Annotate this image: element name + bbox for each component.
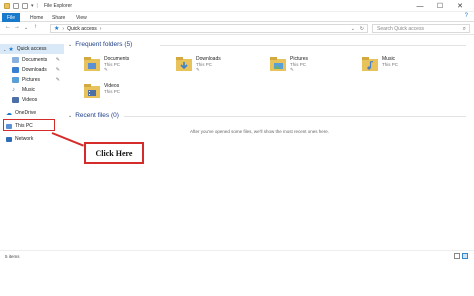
item-count: 5 items xyxy=(5,254,20,259)
recent-files-header[interactable]: ⌄ Recent files (0) xyxy=(68,112,119,119)
downloads-folder-icon xyxy=(176,57,192,71)
sidebar-item-label: Pictures xyxy=(22,77,41,83)
title-bar: ▾ | File Explorer — ☐ ✕ xyxy=(0,0,474,12)
sidebar-item-documents[interactable]: Documents ✎ xyxy=(0,55,64,65)
quick-access-toolbar: ▾ | xyxy=(4,2,38,10)
sidebar-item-label: OneDrive xyxy=(15,110,37,116)
pin-icon: ✎ xyxy=(290,67,294,72)
address-bar[interactable]: ★ › Quick access › ⌄ ↻ xyxy=(50,24,368,33)
expand-chevron-icon[interactable]: ⌄ xyxy=(3,47,6,52)
sidebar-item-label: Documents xyxy=(22,57,48,63)
empty-recent-message: After you've opened some files, we'll sh… xyxy=(190,129,330,134)
star-icon: ★ xyxy=(8,46,14,53)
music-folder-icon xyxy=(362,57,378,71)
collapse-chevron-icon[interactable]: ⌄ xyxy=(68,42,72,48)
sidebar-item-label: Videos xyxy=(22,97,38,103)
address-row: ← → ⌄ ↑ ★ › Quick access › ⌄ ↻ Search Qu… xyxy=(0,22,474,35)
frequent-folders-header[interactable]: ⌄ Frequent folders (5) xyxy=(68,41,132,48)
new-folder-icon[interactable] xyxy=(22,3,28,9)
maximize-button[interactable]: ☐ xyxy=(430,1,450,11)
close-button[interactable]: ✕ xyxy=(450,1,470,11)
folder-tile-downloads[interactable]: Downloads This PC ✎ xyxy=(176,55,256,77)
window-title: File Explorer xyxy=(44,3,73,9)
videos-folder-icon xyxy=(84,84,100,98)
tab-share[interactable]: Share xyxy=(48,13,69,22)
pin-icon: ✎ xyxy=(196,67,200,72)
tab-file[interactable]: File xyxy=(2,13,20,22)
folder-icon xyxy=(4,3,10,9)
documents-folder-icon xyxy=(84,57,100,71)
breadcrumb-quick-access[interactable]: Quick access xyxy=(67,26,97,32)
status-bar: 5 items xyxy=(0,250,474,260)
sidebar-item-music[interactable]: ♪ Music xyxy=(0,85,64,95)
folder-tile-documents[interactable]: Documents This PC ✎ xyxy=(84,55,164,77)
large-icons-view-icon[interactable] xyxy=(462,253,468,259)
network-icon xyxy=(6,136,12,142)
sidebar-item-label: Downloads xyxy=(22,67,47,73)
separator: | xyxy=(36,3,38,9)
videos-icon xyxy=(12,97,19,103)
up-arrow-icon[interactable]: ↑ xyxy=(34,24,37,30)
breadcrumb-separator-icon: › xyxy=(62,25,65,32)
documents-icon xyxy=(12,57,19,63)
pin-icon: ✎ xyxy=(55,77,60,83)
sidebar-item-network[interactable]: Network xyxy=(0,134,64,144)
sidebar-item-pictures[interactable]: Pictures ✎ xyxy=(0,75,64,85)
divider xyxy=(124,116,466,117)
search-input[interactable]: Search Quick access ⌕ xyxy=(372,24,470,33)
pin-icon: ✎ xyxy=(55,67,60,73)
back-arrow-icon[interactable]: ← xyxy=(5,24,11,30)
folder-tile-pictures[interactable]: Pictures This PC ✎ xyxy=(270,55,350,77)
help-icon[interactable]: ? xyxy=(465,13,468,19)
cloud-icon: ☁ xyxy=(6,110,12,117)
sidebar-item-onedrive[interactable]: ☁ OneDrive xyxy=(0,108,64,118)
sidebar-item-videos[interactable]: Videos xyxy=(0,95,64,105)
search-placeholder: Search Quick access xyxy=(377,25,424,32)
downloads-icon xyxy=(12,67,19,73)
sidebar-item-quick-access[interactable]: ⌄ ★ Quick access xyxy=(0,44,64,54)
section-title: Recent files (0) xyxy=(75,112,119,119)
forward-arrow-icon[interactable]: → xyxy=(14,24,20,30)
recent-locations-chevron-icon[interactable]: ⌄ xyxy=(24,25,28,31)
sidebar-item-label: Network xyxy=(15,136,34,142)
sidebar-item-downloads[interactable]: Downloads ✎ xyxy=(0,65,64,75)
star-icon: ★ xyxy=(54,26,60,32)
click-here-callout: Click Here xyxy=(84,142,144,164)
pictures-folder-icon xyxy=(270,57,286,71)
divider xyxy=(160,45,466,46)
properties-icon[interactable] xyxy=(13,3,19,9)
music-icon: ♪ xyxy=(12,87,15,93)
search-icon: ⌕ xyxy=(462,26,466,32)
navigation-pane: ⌄ ★ Quick access Documents ✎ Downloads ✎… xyxy=(0,40,64,250)
minimize-button[interactable]: — xyxy=(410,1,430,11)
tab-home[interactable]: Home xyxy=(26,13,47,22)
collapse-chevron-icon[interactable]: ⌄ xyxy=(68,113,72,119)
this-pc-highlight xyxy=(3,119,55,131)
breadcrumb-chevron-icon[interactable]: › xyxy=(100,26,102,32)
sidebar-item-label: Quick access xyxy=(16,46,47,52)
refresh-icon[interactable]: ↻ xyxy=(360,26,364,32)
pictures-icon xyxy=(12,77,19,83)
ribbon-tabs: File Home Share View ? xyxy=(0,12,474,22)
tab-view[interactable]: View xyxy=(72,13,91,22)
folder-tile-music[interactable]: Music This PC xyxy=(362,55,442,77)
address-dropdown-icon[interactable]: ⌄ xyxy=(351,26,355,32)
customize-toolbar-chevron-icon[interactable]: ▾ xyxy=(31,3,34,9)
details-view-icon[interactable] xyxy=(454,253,460,259)
pin-icon: ✎ xyxy=(104,67,108,72)
section-title: Frequent folders (5) xyxy=(75,41,133,48)
sidebar-item-label: Music xyxy=(22,87,36,93)
background xyxy=(0,260,474,296)
pin-icon: ✎ xyxy=(55,57,60,63)
folder-tile-videos[interactable]: Videos This PC xyxy=(84,82,164,104)
